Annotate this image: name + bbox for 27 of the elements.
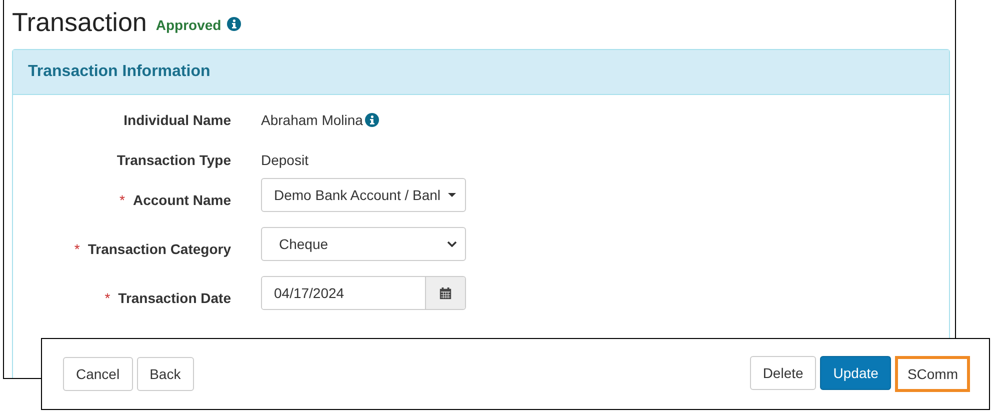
footer-button[interactable]: Update [820, 356, 892, 390]
field-value: Deposit [261, 152, 308, 168]
required-mark: * [104, 290, 110, 306]
field-label: Individual Name [124, 112, 231, 128]
field-label: Transaction Category [88, 241, 231, 257]
field-value: Abraham Molina [261, 112, 363, 128]
caret-icon [447, 192, 457, 198]
footer-button[interactable]: Delete [750, 356, 816, 390]
field-label: Transaction Type [116, 152, 231, 168]
dropdown-field[interactable]: Demo Bank Account / Banl [261, 178, 466, 212]
page-title: Transaction [12, 6, 147, 38]
footer-button[interactable]: Cancel [63, 357, 133, 391]
status-label: Approved [156, 16, 222, 32]
info-icon[interactable] [227, 16, 242, 30]
field-label: Transaction Date [118, 290, 231, 306]
footer-button[interactable]: SComm [895, 356, 970, 392]
date-field[interactable]: 04/17/2024 [261, 276, 466, 310]
footer-button[interactable]: Back [136, 357, 194, 391]
calendar-button[interactable] [425, 277, 465, 309]
field-label: Account Name [132, 192, 231, 208]
required-mark: * [120, 192, 125, 208]
required-mark: * [74, 241, 80, 257]
calendar-icon [439, 286, 452, 300]
select-field[interactable]: Cheque [261, 227, 466, 261]
info-icon[interactable] [364, 113, 379, 127]
chevron-down-icon [447, 241, 457, 247]
panel-title: Transaction Information [28, 63, 210, 81]
